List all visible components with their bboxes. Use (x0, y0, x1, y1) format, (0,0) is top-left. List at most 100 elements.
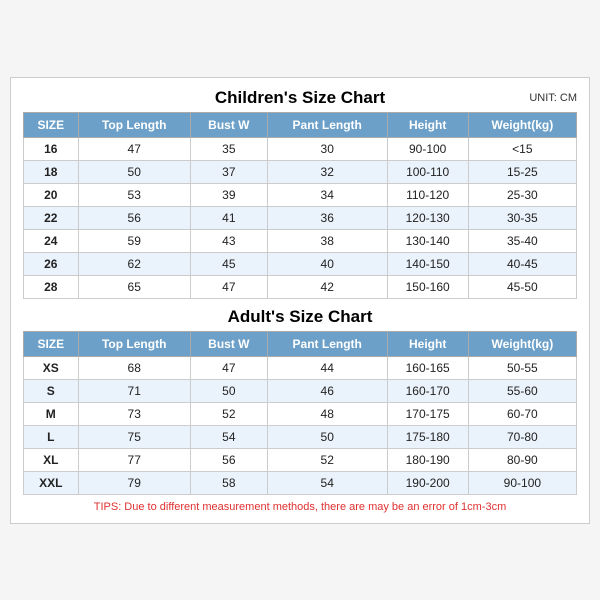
table-cell: 71 (78, 379, 190, 402)
children-table: SIZE Top Length Bust W Pant Length Heigh… (23, 112, 577, 299)
children-title-row: Children's Size Chart UNIT: CM (23, 88, 577, 108)
table-cell: 22 (24, 206, 79, 229)
table-cell: 160-170 (387, 379, 468, 402)
adult-col-size: SIZE (24, 331, 79, 356)
table-cell: 170-175 (387, 402, 468, 425)
table-cell: 52 (190, 402, 267, 425)
table-row: 24594338130-14035-40 (24, 229, 577, 252)
table-row: 28654742150-16045-50 (24, 275, 577, 298)
table-cell: 180-190 (387, 448, 468, 471)
table-cell: 38 (267, 229, 387, 252)
table-row: 18503732100-11015-25 (24, 160, 577, 183)
table-cell: 48 (267, 402, 387, 425)
adult-col-weight: Weight(kg) (468, 331, 576, 356)
children-col-bust-w: Bust W (190, 112, 267, 137)
unit-label: UNIT: CM (529, 92, 577, 104)
table-cell: 18 (24, 160, 79, 183)
table-cell: 45 (190, 252, 267, 275)
table-cell: 90-100 (387, 137, 468, 160)
table-row: XXL795854190-20090-100 (24, 471, 577, 494)
table-cell: 50-55 (468, 356, 576, 379)
table-cell: 40 (267, 252, 387, 275)
table-cell: 32 (267, 160, 387, 183)
table-row: M735248170-17560-70 (24, 402, 577, 425)
table-cell: 190-200 (387, 471, 468, 494)
table-cell: 56 (190, 448, 267, 471)
table-cell: 43 (190, 229, 267, 252)
table-cell: 73 (78, 402, 190, 425)
table-cell: 140-150 (387, 252, 468, 275)
table-cell: 47 (78, 137, 190, 160)
table-cell: 35 (190, 137, 267, 160)
table-cell: 150-160 (387, 275, 468, 298)
children-col-weight: Weight(kg) (468, 112, 576, 137)
table-cell: 40-45 (468, 252, 576, 275)
children-col-top-length: Top Length (78, 112, 190, 137)
table-cell: 16 (24, 137, 79, 160)
table-cell: 20 (24, 183, 79, 206)
table-cell: 56 (78, 206, 190, 229)
table-cell: 77 (78, 448, 190, 471)
table-cell: 58 (190, 471, 267, 494)
table-cell: 41 (190, 206, 267, 229)
table-cell: 59 (78, 229, 190, 252)
table-cell: 24 (24, 229, 79, 252)
table-cell: 15-25 (468, 160, 576, 183)
children-col-size: SIZE (24, 112, 79, 137)
table-cell: 90-100 (468, 471, 576, 494)
table-cell: 120-130 (387, 206, 468, 229)
table-row: XS684744160-16550-55 (24, 356, 577, 379)
table-cell: 50 (78, 160, 190, 183)
table-cell: 175-180 (387, 425, 468, 448)
table-cell: 26 (24, 252, 79, 275)
tips-text: TIPS: Due to different measurement metho… (23, 501, 577, 513)
table-cell: 42 (267, 275, 387, 298)
table-cell: 30-35 (468, 206, 576, 229)
adult-col-pant-length: Pant Length (267, 331, 387, 356)
adult-title-row: Adult's Size Chart (23, 307, 577, 327)
table-cell: 34 (267, 183, 387, 206)
table-cell: 55-60 (468, 379, 576, 402)
table-row: S715046160-17055-60 (24, 379, 577, 402)
table-cell: S (24, 379, 79, 402)
table-cell: 50 (267, 425, 387, 448)
children-col-height: Height (387, 112, 468, 137)
children-col-pant-length: Pant Length (267, 112, 387, 137)
table-cell: 44 (267, 356, 387, 379)
table-cell: 36 (267, 206, 387, 229)
table-row: 26624540140-15040-45 (24, 252, 577, 275)
table-row: 20533934110-12025-30 (24, 183, 577, 206)
table-cell: XS (24, 356, 79, 379)
table-cell: 68 (78, 356, 190, 379)
table-cell: 37 (190, 160, 267, 183)
table-cell: 47 (190, 275, 267, 298)
table-cell: 80-90 (468, 448, 576, 471)
table-cell: 70-80 (468, 425, 576, 448)
table-row: 22564136120-13030-35 (24, 206, 577, 229)
adult-col-bust-w: Bust W (190, 331, 267, 356)
children-title: Children's Size Chart (215, 88, 385, 108)
adult-header-row: SIZE Top Length Bust W Pant Length Heigh… (24, 331, 577, 356)
table-cell: 39 (190, 183, 267, 206)
table-cell: L (24, 425, 79, 448)
table-cell: 60-70 (468, 402, 576, 425)
adult-col-top-length: Top Length (78, 331, 190, 356)
table-cell: 160-165 (387, 356, 468, 379)
size-chart-container: Children's Size Chart UNIT: CM SIZE Top … (10, 77, 590, 524)
table-cell: XXL (24, 471, 79, 494)
table-cell: 62 (78, 252, 190, 275)
adult-table: SIZE Top Length Bust W Pant Length Heigh… (23, 331, 577, 495)
table-cell: 130-140 (387, 229, 468, 252)
table-row: XL775652180-19080-90 (24, 448, 577, 471)
table-cell: 54 (190, 425, 267, 448)
table-cell: 46 (267, 379, 387, 402)
table-row: 1647353090-100<15 (24, 137, 577, 160)
table-cell: 52 (267, 448, 387, 471)
table-cell: XL (24, 448, 79, 471)
table-cell: M (24, 402, 79, 425)
table-cell: 53 (78, 183, 190, 206)
children-header-row: SIZE Top Length Bust W Pant Length Heigh… (24, 112, 577, 137)
table-cell: 65 (78, 275, 190, 298)
table-cell: 100-110 (387, 160, 468, 183)
table-row: L755450175-18070-80 (24, 425, 577, 448)
